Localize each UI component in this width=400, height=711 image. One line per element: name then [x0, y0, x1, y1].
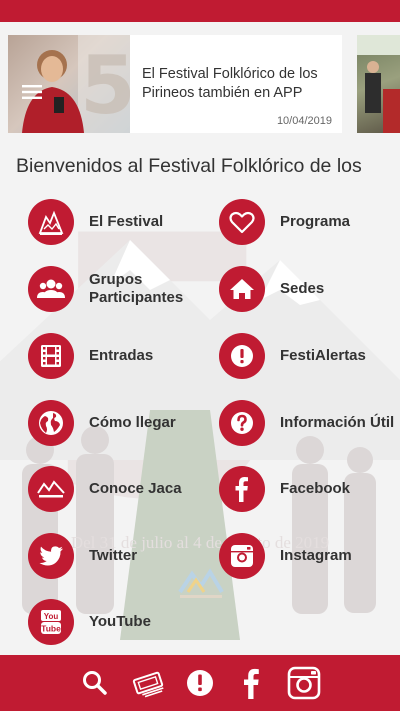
welcome-heading: Bienvenidos al Festival Folklórico de lo… — [16, 155, 362, 177]
menu-label: Conoce Jaca — [89, 480, 182, 497]
news-photo-right[interactable] — [357, 35, 400, 133]
menu-sedes[interactable]: Sedes — [219, 266, 399, 316]
menu-label: Twitter — [89, 547, 138, 564]
menu-programa[interactable]: Programa — [219, 199, 399, 249]
menu-twitter[interactable]: Twitter — [28, 533, 208, 583]
menu-como-llegar[interactable]: Cómo llegar — [28, 400, 208, 450]
svg-text:5: 5 — [80, 39, 130, 132]
hamburger-menu-icon[interactable] — [22, 85, 42, 99]
film-strip-icon — [28, 333, 74, 379]
menu-label: Sedes — [280, 280, 325, 297]
news-date: 10/04/2019 — [276, 115, 332, 127]
globe-icon — [28, 400, 74, 446]
menu-el-festival[interactable]: El Festival — [28, 199, 208, 249]
menu-label: Programa — [280, 213, 351, 230]
menu-label: Facebook — [280, 480, 351, 497]
menu-label: Instagram — [280, 547, 352, 564]
menu-label: Entradas — [89, 347, 154, 364]
news-carousel[interactable]: 5 El Festival Folklórico de los Pirineos… — [0, 35, 400, 133]
news-title: El Festival Folklórico de los Pirineos t… — [142, 66, 318, 101]
menu-conoce-jaca[interactable]: Conoce Jaca — [28, 466, 208, 516]
instagram-icon — [219, 533, 265, 579]
home-icon — [219, 266, 265, 312]
facebook-icon[interactable] — [234, 665, 270, 701]
bottom-navigation-bar — [0, 655, 400, 711]
menu-grupos-participantes[interactable]: Grupos Participantes — [28, 266, 208, 316]
menu-youtube[interactable]: You Tube YouTube — [28, 599, 208, 649]
search-icon[interactable] — [77, 665, 113, 701]
menu-festialertas[interactable]: FestiAlertas — [219, 333, 399, 383]
menu-instagram[interactable]: Instagram — [219, 533, 399, 583]
group-people-icon — [28, 266, 74, 312]
facebook-icon — [219, 466, 265, 512]
menu-label: Grupos Participantes — [89, 271, 184, 306]
youtube-icon: You Tube — [28, 599, 74, 645]
question-icon — [219, 400, 265, 446]
menu-label: Información Útil — [280, 414, 395, 431]
news-photo-left[interactable]: 5 — [8, 35, 130, 133]
svg-text:Tube: Tube — [41, 624, 61, 634]
menu-label: FestiAlertas — [280, 347, 366, 364]
svg-text:You: You — [44, 612, 59, 621]
festival-logo-icon — [28, 199, 74, 245]
news-card[interactable]: El Festival Folklórico de los Pirineos t… — [130, 35, 342, 133]
heart-icon — [219, 199, 265, 245]
jaca-logo-icon — [28, 466, 74, 512]
instagram-icon[interactable] — [286, 665, 322, 701]
menu-entradas[interactable]: Entradas — [28, 333, 208, 383]
twitter-icon — [28, 533, 74, 579]
menu-label: YouTube — [89, 613, 151, 630]
menu-label: Cómo llegar — [89, 414, 176, 431]
alert-icon — [219, 333, 265, 379]
menu-informacion-util[interactable]: Información Útil — [219, 400, 399, 450]
menu-facebook[interactable]: Facebook — [219, 466, 399, 516]
alert-icon[interactable] — [182, 665, 218, 701]
top-status-bar — [0, 0, 400, 22]
tickets-icon[interactable] — [130, 665, 166, 701]
menu-label: El Festival — [89, 213, 164, 230]
